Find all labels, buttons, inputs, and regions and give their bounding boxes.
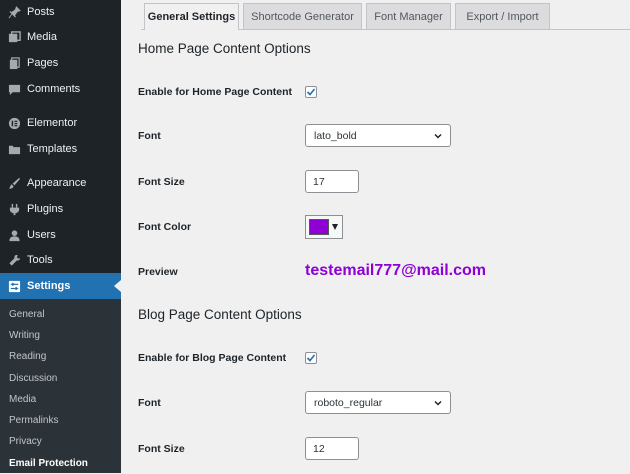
settings-icon bbox=[7, 279, 21, 293]
tab-font-manager[interactable]: Font Manager bbox=[366, 3, 451, 29]
sidebar-item-elementor[interactable]: Elementor bbox=[0, 110, 121, 136]
page-icon bbox=[7, 56, 21, 70]
active-indicator bbox=[114, 280, 121, 292]
chevron-down-icon bbox=[434, 133, 442, 139]
sidebar-item-comments[interactable]: Comments bbox=[0, 76, 121, 102]
wrench-icon bbox=[7, 253, 21, 267]
blog-font-size-label: Font Size bbox=[138, 443, 185, 455]
settings-submenu: General Writing Reading Discussion Media… bbox=[0, 299, 121, 473]
sidebar-item-label: Settings bbox=[27, 280, 71, 292]
submenu-item-media[interactable]: Media bbox=[9, 389, 36, 410]
home-font-select[interactable]: lato_bold bbox=[305, 124, 451, 147]
blog-section-title: Blog Page Content Options bbox=[138, 307, 302, 322]
submenu-item-privacy[interactable]: Privacy bbox=[9, 431, 42, 452]
blog-enable-checkbox[interactable] bbox=[305, 352, 317, 364]
sidebar-item-tools[interactable]: Tools bbox=[0, 247, 121, 273]
blog-font-label: Font bbox=[138, 397, 161, 409]
sidebar-item-label: Elementor bbox=[27, 117, 78, 129]
sidebar-item-label: Plugins bbox=[27, 203, 64, 215]
home-font-color-label: Font Color bbox=[138, 221, 192, 233]
home-enable-label: Enable for Home Page Content bbox=[138, 86, 293, 98]
home-preview-label: Preview bbox=[138, 266, 178, 278]
sidebar-item-appearance[interactable]: Appearance bbox=[0, 170, 121, 196]
sidebar-item-label: Appearance bbox=[27, 177, 87, 189]
elementor-icon bbox=[7, 116, 21, 130]
sidebar-item-label: Users bbox=[27, 229, 56, 241]
brush-icon bbox=[7, 176, 21, 190]
submenu-item-general[interactable]: General bbox=[9, 304, 45, 325]
sidebar-item-media[interactable]: Media bbox=[0, 24, 121, 50]
pin-icon bbox=[7, 5, 21, 19]
chevron-down-icon bbox=[434, 400, 442, 406]
sidebar-item-posts[interactable]: Posts bbox=[0, 0, 121, 25]
blog-font-select[interactable]: roboto_regular bbox=[305, 391, 451, 414]
home-enable-checkbox[interactable] bbox=[305, 86, 317, 98]
comment-icon bbox=[7, 82, 21, 96]
home-font-size-value: 17 bbox=[313, 175, 325, 188]
home-font-label: Font bbox=[138, 130, 161, 142]
home-font-color-picker[interactable] bbox=[305, 215, 343, 239]
folder-icon bbox=[7, 142, 21, 156]
blog-enable-label: Enable for Blog Page Content bbox=[138, 352, 287, 364]
checkmark-icon bbox=[306, 354, 316, 362]
sidebar-item-label: Tools bbox=[27, 254, 53, 266]
blog-font-value: roboto_regular bbox=[314, 396, 383, 409]
sidebar-item-label: Media bbox=[27, 31, 57, 43]
tab-general-settings[interactable]: General Settings bbox=[144, 3, 239, 30]
sidebar-item-settings[interactable]: Settings bbox=[0, 273, 121, 299]
sidebar-item-templates[interactable]: Templates bbox=[0, 136, 121, 162]
home-font-value: lato_bold bbox=[314, 129, 357, 142]
sidebar-item-plugins[interactable]: Plugins bbox=[0, 196, 121, 222]
blog-font-size-input[interactable]: 12 bbox=[305, 437, 359, 460]
submenu-item-email-protection[interactable]: Email Protection bbox=[9, 453, 88, 474]
media-icon bbox=[7, 30, 21, 44]
sidebar-item-label: Posts bbox=[27, 6, 55, 18]
sidebar-item-pages[interactable]: Pages bbox=[0, 50, 121, 76]
sidebar-item-label: Pages bbox=[27, 57, 59, 69]
home-section-title: Home Page Content Options bbox=[138, 41, 311, 56]
sidebar-item-users[interactable]: Users bbox=[0, 222, 121, 248]
admin-sidebar: Posts Media Pages Comments Elementor Tem… bbox=[0, 0, 121, 473]
main-content: General Settings Shortcode Generator Fon… bbox=[121, 0, 630, 473]
submenu-item-reading[interactable]: Reading bbox=[9, 346, 46, 367]
sidebar-item-label: Comments bbox=[27, 83, 81, 95]
plug-icon bbox=[7, 202, 21, 216]
home-preview-text: testemail777@mail.com bbox=[305, 262, 487, 279]
blog-font-size-value: 12 bbox=[313, 442, 325, 455]
caret-down-icon bbox=[332, 224, 338, 230]
home-font-size-input[interactable]: 17 bbox=[305, 170, 359, 193]
home-font-size-label: Font Size bbox=[138, 176, 185, 188]
color-swatch bbox=[309, 219, 329, 235]
tab-shortcode-generator[interactable]: Shortcode Generator bbox=[243, 3, 362, 29]
sidebar-item-label: Templates bbox=[27, 143, 78, 155]
user-icon bbox=[7, 228, 21, 242]
submenu-item-writing[interactable]: Writing bbox=[9, 325, 40, 346]
submenu-item-discussion[interactable]: Discussion bbox=[9, 368, 57, 389]
checkmark-icon bbox=[306, 88, 316, 96]
submenu-item-permalinks[interactable]: Permalinks bbox=[9, 410, 58, 431]
tab-export-import[interactable]: Export / Import bbox=[455, 3, 550, 29]
